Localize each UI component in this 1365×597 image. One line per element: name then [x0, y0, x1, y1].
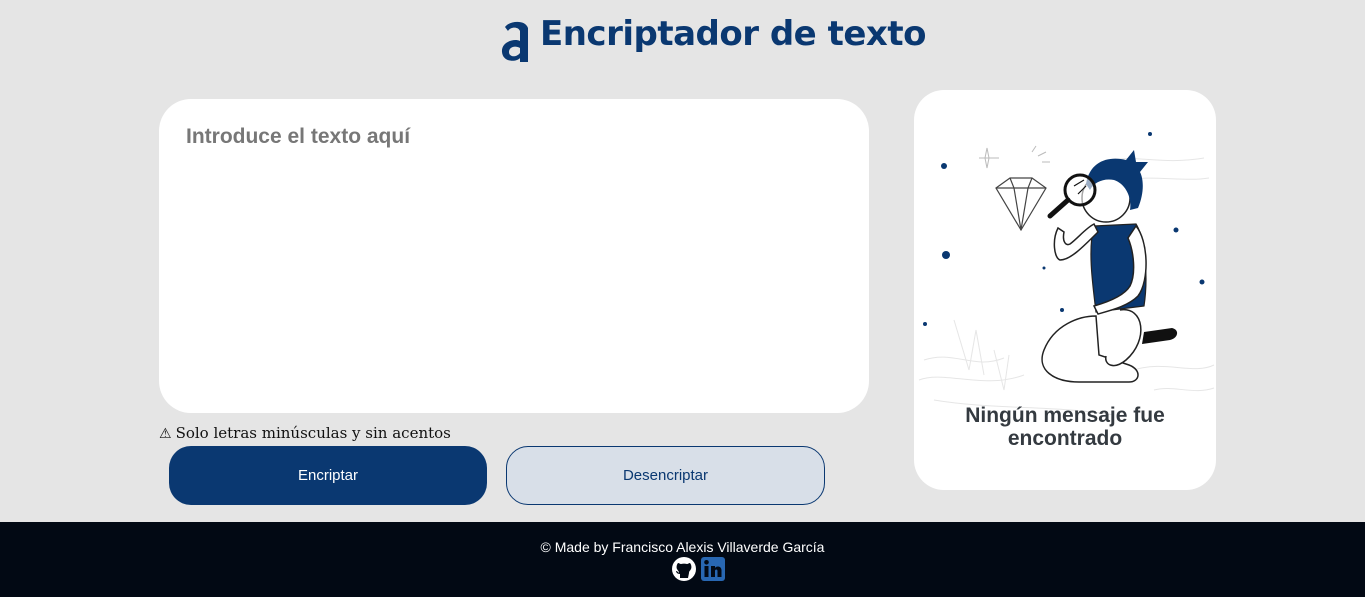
app: Encriptador de texto ⚠Solo letras minúsc…	[0, 0, 1365, 597]
input-hint: ⚠ Solo letras minúsculas y sin acentos	[159, 424, 451, 442]
linkedin-icon	[701, 557, 725, 581]
text-input-panel	[159, 99, 869, 413]
github-icon	[672, 557, 696, 581]
page-title: Encriptador de texto	[540, 14, 926, 54]
empty-message-line2: encontrado	[1007, 427, 1123, 450]
empty-message: Ningún mensaje fue encontrado	[914, 404, 1216, 450]
hint-text: Solo letras minúsculas y sin acentos	[175, 424, 451, 442]
header: Encriptador de texto	[0, 0, 1365, 80]
social-links	[671, 556, 726, 582]
text-input[interactable]	[186, 125, 842, 387]
footer-credit: © Made by Francisco Alexis Villaverde Ga…	[540, 539, 825, 555]
decrypt-button[interactable]: Desencriptar	[506, 446, 825, 505]
output-panel: Ningún mensaje fue encontrado	[914, 90, 1216, 490]
empty-message-line1: Ningún mensaje fue	[965, 404, 1165, 427]
encrypt-button[interactable]: Encriptar	[169, 446, 487, 505]
linkedin-link[interactable]	[700, 556, 726, 582]
alura-logo-icon	[501, 21, 528, 62]
footer: © Made by Francisco Alexis Villaverde Ga…	[0, 522, 1365, 597]
warning-icon: ⚠	[159, 426, 172, 442]
github-link[interactable]	[671, 556, 697, 582]
